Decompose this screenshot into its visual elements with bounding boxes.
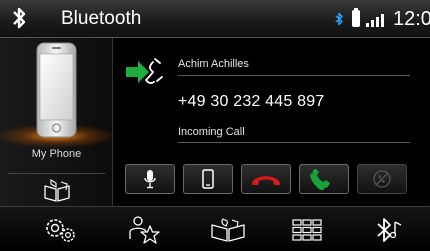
phone-icon — [36, 42, 77, 138]
accept-call-icon — [310, 169, 330, 190]
reject-call-button[interactable] — [241, 164, 291, 194]
phonebook-icon — [211, 218, 245, 242]
caller-name: Achim Achilles — [178, 58, 249, 70]
bottom-nav — [0, 206, 430, 251]
favorites-icon — [129, 216, 160, 244]
signal-icon — [366, 14, 384, 27]
reject-call-icon — [252, 176, 280, 185]
call-panel: Achim Achilles +49 30 232 445 897 Incomi… — [114, 38, 430, 206]
divider — [178, 75, 410, 76]
clock: 12:06 — [393, 8, 430, 30]
bluetooth-audio-icon — [377, 218, 402, 242]
app-title: Bluetooth — [61, 8, 142, 29]
settings-icon — [46, 219, 75, 242]
device-name: My Phone — [31, 148, 82, 160]
incoming-call-icon — [126, 58, 163, 84]
bluetooth-icon — [13, 7, 26, 29]
nav-settings[interactable] — [40, 214, 80, 246]
my-phone-tile[interactable]: My Phone — [0, 38, 113, 173]
device-sidebar: My Phone — [0, 38, 113, 206]
accept-call-button[interactable] — [299, 164, 349, 194]
nav-favorites[interactable] — [124, 214, 164, 246]
bluetooth-small-icon — [335, 12, 343, 26]
mobile-handset-icon — [202, 169, 214, 189]
nav-keypad[interactable] — [287, 214, 327, 246]
microphone-icon — [144, 170, 156, 189]
handset-button[interactable] — [183, 164, 233, 194]
keypad-icon — [292, 219, 322, 241]
nav-phonebook[interactable] — [208, 214, 248, 246]
microphone-button[interactable] — [125, 164, 175, 194]
status-bar: Bluetooth 12:06 — [0, 0, 430, 38]
phonebook-icon[interactable] — [42, 179, 72, 203]
caller-number: +49 30 232 445 897 — [178, 93, 325, 110]
divider — [8, 173, 105, 174]
nav-bluetooth-audio[interactable] — [370, 214, 410, 246]
battery-icon — [352, 8, 360, 27]
call-status: Incoming Call — [178, 126, 245, 138]
divider — [178, 142, 410, 143]
disabled-icon — [373, 170, 391, 188]
disabled-button — [357, 164, 407, 194]
